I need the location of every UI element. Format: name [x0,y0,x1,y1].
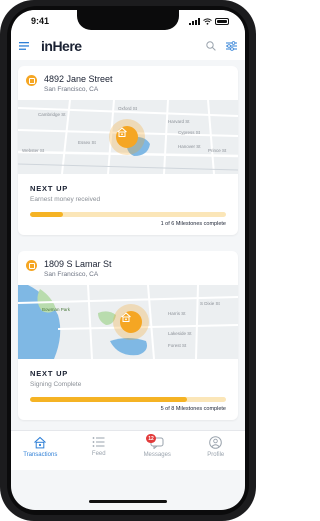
card-header: 4892 Jane Street San Francisco, CA [18,66,238,100]
milestone-progress-fill [30,397,187,402]
property-address: 1809 S Lamar St [44,259,112,269]
map-street-label: Harris St [168,311,186,316]
tab-label: Profile [207,452,225,458]
phone-screen: 9:41 inHere 4892 Jane Street San Francis… [11,10,245,510]
map-street-label: Hanover St [178,144,201,149]
transaction-card[interactable]: 4892 Jane Street San Francisco, CA Cambr… [18,66,238,235]
map-street-label: Oxford St [118,106,138,111]
cellular-signal-icon [189,17,200,25]
next-up-item: Earnest money received [30,196,101,203]
tab-profile[interactable]: Profile [193,436,239,458]
next-up-section: NEXT UP Earnest money received 1 of 6 Mi… [18,174,238,235]
map-park-label: Bowman Park [42,307,71,312]
search-icon[interactable] [206,41,216,51]
property-city: San Francisco, CA [44,271,99,278]
status-time: 9:41 [31,16,50,26]
battery-icon [215,17,229,25]
map-street-label: S Dixie St [200,301,220,306]
milestone-progress-text: 5 of 8 Milestones complete [160,406,226,412]
map-street-label: Harvard St [168,119,190,124]
milestone-progress-bar [30,397,226,402]
notch [77,10,179,30]
map-street-label: Prince St [208,148,227,153]
next-up-section: NEXT UP Signing Complete 5 of 8 Mileston… [18,359,238,420]
next-up-title: NEXT UP [30,369,69,378]
filter-icon[interactable] [226,41,237,51]
house-icon [34,436,47,449]
map-street-label: Cambridge St [38,112,66,117]
app-header: inHere [11,32,245,60]
next-up-item: Signing Complete [30,381,82,388]
transactions-list: 4892 Jane Street San Francisco, CA Cambr… [11,60,245,464]
menu-icon[interactable] [19,42,29,50]
transaction-card[interactable]: 1809 S Lamar St San Francisco, CA Bowman… [18,251,238,420]
house-pin-icon [26,260,37,271]
map-street-label: Lakeside St [168,331,192,336]
tab-label: Messages [143,452,171,458]
wifi-icon [203,17,212,25]
tab-label: Feed [91,451,106,457]
milestone-progress-fill [30,212,63,217]
property-address: 4892 Jane Street [44,74,113,84]
house-marker-icon[interactable] [116,126,138,148]
tab-messages[interactable]: 12 Messages [134,434,180,458]
property-map[interactable]: Cambridge St Oxford St Harvard St Cypres… [18,100,238,174]
person-icon [209,436,223,449]
tab-transactions[interactable]: Transactions [17,436,63,458]
property-map[interactable]: Bowman Park S Dixie St Harris St Lakesid… [18,285,238,359]
status-icons [189,17,229,25]
map-street-label: Cypress St [178,130,201,135]
map-street-label: Essex St [78,140,96,145]
milestone-progress-bar [30,212,226,217]
house-marker-icon[interactable] [120,311,142,333]
card-header: 1809 S Lamar St San Francisco, CA [18,251,238,285]
map-street-label: Forest St [168,343,187,348]
app-logo: inHere [41,38,82,54]
next-up-title: NEXT UP [30,184,69,193]
list-icon [92,437,105,447]
property-city: San Francisco, CA [44,86,99,93]
unread-badge: 12 [146,434,156,443]
bottom-tab-bar: Transactions Feed 12 Messages Profile [11,430,245,470]
tab-feed[interactable]: Feed [76,436,122,457]
tab-label: Transactions [23,452,58,458]
milestone-progress-text: 1 of 6 Milestones complete [160,221,226,227]
house-pin-icon [26,75,37,86]
phone-frame: 9:41 inHere 4892 Jane Street San Francis… [0,0,256,521]
home-indicator [89,500,167,503]
map-street-label: Webster St [22,148,45,153]
